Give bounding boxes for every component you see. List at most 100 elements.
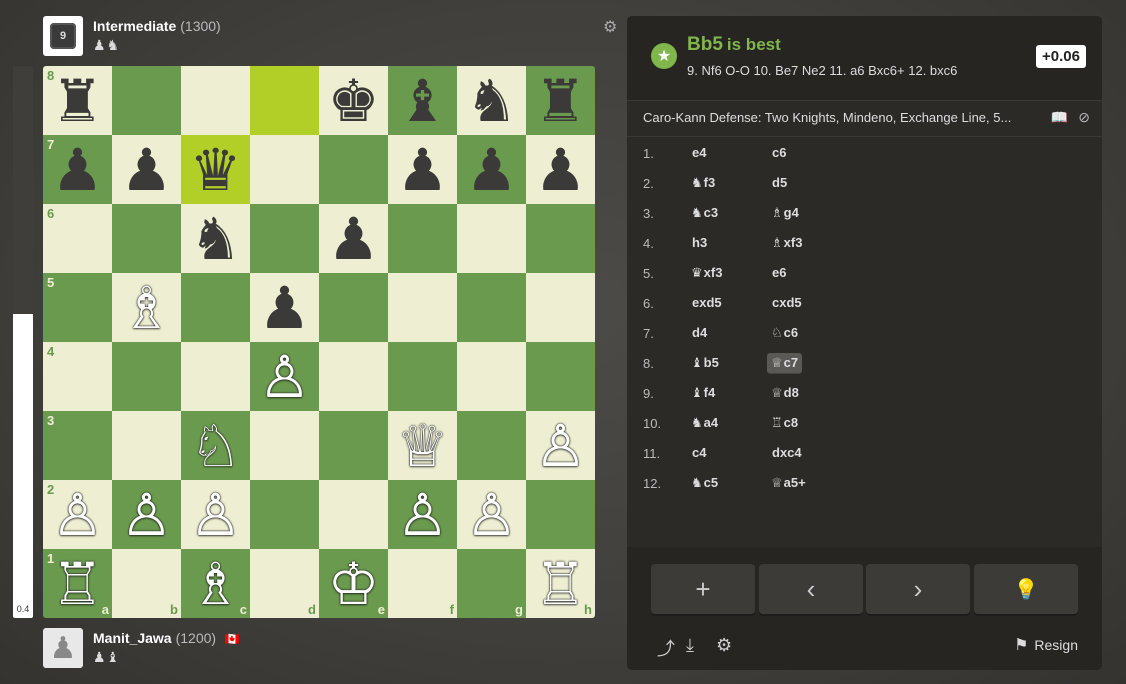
square-e2[interactable]: [319, 480, 388, 549]
square-f2[interactable]: ♙: [388, 480, 457, 549]
opening-name[interactable]: Caro-Kann Defense: Two Knights, Mindeno,…: [643, 110, 1033, 125]
download-icon[interactable]: ⤓: [686, 635, 694, 656]
square-b3[interactable]: [112, 411, 181, 480]
square-e6[interactable]: ♟: [319, 204, 388, 273]
black-move[interactable]: dxc4: [767, 443, 847, 463]
book-icon[interactable]: 📖: [1051, 109, 1068, 125]
square-f8[interactable]: ♝: [388, 66, 457, 135]
white-piece-e1[interactable]: ♔: [328, 555, 380, 613]
black-piece-h8[interactable]: ♜: [535, 72, 587, 130]
square-b5[interactable]: ♗: [112, 273, 181, 342]
square-d4[interactable]: ♙: [250, 342, 319, 411]
add-variation-button[interactable]: +: [651, 564, 755, 614]
black-move[interactable]: c6: [767, 143, 847, 163]
square-h7[interactable]: ♟: [526, 135, 595, 204]
white-move[interactable]: ♛xf3: [687, 263, 767, 283]
square-a3[interactable]: 3: [43, 411, 112, 480]
black-piece-e8[interactable]: ♚: [328, 72, 380, 130]
black-piece-a7[interactable]: ♟: [52, 141, 104, 199]
square-g2[interactable]: ♙: [457, 480, 526, 549]
square-a2[interactable]: 2 ♙: [43, 480, 112, 549]
black-move[interactable]: e6: [767, 263, 847, 283]
previous-move-button[interactable]: ‹: [759, 564, 863, 614]
white-piece-b2[interactable]: ♙: [121, 486, 173, 544]
white-piece-g2[interactable]: ♙: [466, 486, 518, 544]
white-move[interactable]: e4: [687, 143, 767, 163]
black-move[interactable]: ♘c6: [767, 323, 847, 343]
white-move[interactable]: exd5: [687, 293, 767, 313]
square-d8[interactable]: [250, 66, 319, 135]
white-piece-a1[interactable]: ♖: [52, 555, 104, 613]
square-b4[interactable]: [112, 342, 181, 411]
square-f4[interactable]: [388, 342, 457, 411]
square-c4[interactable]: [181, 342, 250, 411]
square-f1[interactable]: f: [388, 549, 457, 618]
white-piece-f2[interactable]: ♙: [397, 486, 449, 544]
black-move[interactable]: cxd5: [767, 293, 847, 313]
board-settings-icon[interactable]: ⚙: [603, 17, 617, 37]
square-a5[interactable]: 5: [43, 273, 112, 342]
square-c7[interactable]: ♛: [181, 135, 250, 204]
square-g1[interactable]: g: [457, 549, 526, 618]
black-piece-g7[interactable]: ♟: [466, 141, 518, 199]
square-d1[interactable]: d: [250, 549, 319, 618]
settings-icon[interactable]: ⚙: [716, 635, 732, 656]
square-g6[interactable]: [457, 204, 526, 273]
square-f3[interactable]: ♕: [388, 411, 457, 480]
square-d5[interactable]: ♟: [250, 273, 319, 342]
square-g7[interactable]: ♟: [457, 135, 526, 204]
next-move-button[interactable]: ›: [866, 564, 970, 614]
square-d7[interactable]: [250, 135, 319, 204]
square-e7[interactable]: [319, 135, 388, 204]
black-move[interactable]: ♕d8: [767, 383, 847, 403]
black-move[interactable]: ♗xf3: [767, 233, 847, 253]
square-e1[interactable]: e ♔: [319, 549, 388, 618]
square-h1[interactable]: h ♖: [526, 549, 595, 618]
square-g3[interactable]: [457, 411, 526, 480]
white-piece-d4[interactable]: ♙: [259, 348, 311, 406]
white-move[interactable]: d4: [687, 323, 767, 343]
black-piece-c6[interactable]: ♞: [190, 210, 242, 268]
square-f7[interactable]: ♟: [388, 135, 457, 204]
black-piece-e6[interactable]: ♟: [328, 210, 380, 268]
square-b8[interactable]: [112, 66, 181, 135]
square-e4[interactable]: [319, 342, 388, 411]
white-piece-c3[interactable]: ♘: [190, 417, 242, 475]
white-piece-h3[interactable]: ♙: [535, 417, 587, 475]
black-piece-b7[interactable]: ♟: [121, 141, 173, 199]
square-h2[interactable]: [526, 480, 595, 549]
square-h4[interactable]: [526, 342, 595, 411]
square-f5[interactable]: [388, 273, 457, 342]
share-icon[interactable]: ⤴: [657, 635, 675, 661]
white-piece-b5[interactable]: ♗: [121, 279, 173, 337]
hint-button[interactable]: 💡: [974, 564, 1078, 614]
black-piece-f7[interactable]: ♟: [397, 141, 449, 199]
player-avatar[interactable]: ♟: [43, 628, 83, 668]
black-piece-g8[interactable]: ♞: [466, 72, 518, 130]
black-piece-c7[interactable]: ♛: [190, 141, 242, 199]
white-piece-f3[interactable]: ♕: [397, 417, 449, 475]
square-e8[interactable]: ♚: [319, 66, 388, 135]
square-b6[interactable]: [112, 204, 181, 273]
square-c3[interactable]: ♘: [181, 411, 250, 480]
white-piece-a2[interactable]: ♙: [52, 486, 104, 544]
black-move[interactable]: ♕a5+: [767, 473, 847, 493]
square-f6[interactable]: [388, 204, 457, 273]
square-e5[interactable]: [319, 273, 388, 342]
square-c2[interactable]: ♙: [181, 480, 250, 549]
white-move[interactable]: ♞c3: [687, 203, 767, 223]
square-h6[interactable]: [526, 204, 595, 273]
square-c6[interactable]: ♞: [181, 204, 250, 273]
white-move[interactable]: h3: [687, 233, 767, 253]
white-move[interactable]: ♞a4: [687, 413, 767, 433]
square-h3[interactable]: ♙: [526, 411, 595, 480]
black-piece-f8[interactable]: ♝: [397, 72, 449, 130]
white-piece-c1[interactable]: ♗: [190, 555, 242, 613]
square-a1[interactable]: 1 a ♖: [43, 549, 112, 618]
white-piece-h1[interactable]: ♖: [535, 555, 587, 613]
chess-board[interactable]: 8 ♜ ♚ ♝ ♞ ♜ 7 ♟ ♟ ♛ ♟ ♟ ♟ 6 ♞ ♟ 5 ♗ ♟ 4 ♙ 3 ♘ ♕ ♙ 2 ♙ ♙ ♙ ♙ ♙ 1 a ♖ b c ♗ d e ♔…: [43, 66, 595, 618]
best-line[interactable]: 9. Nf6 O-O 10. Be7 Ne2 11. a6 Bxc6+ 12. …: [687, 63, 957, 78]
square-e3[interactable]: [319, 411, 388, 480]
black-move[interactable]: ♖c8: [767, 413, 847, 433]
white-move[interactable]: ♝f4: [687, 383, 767, 403]
